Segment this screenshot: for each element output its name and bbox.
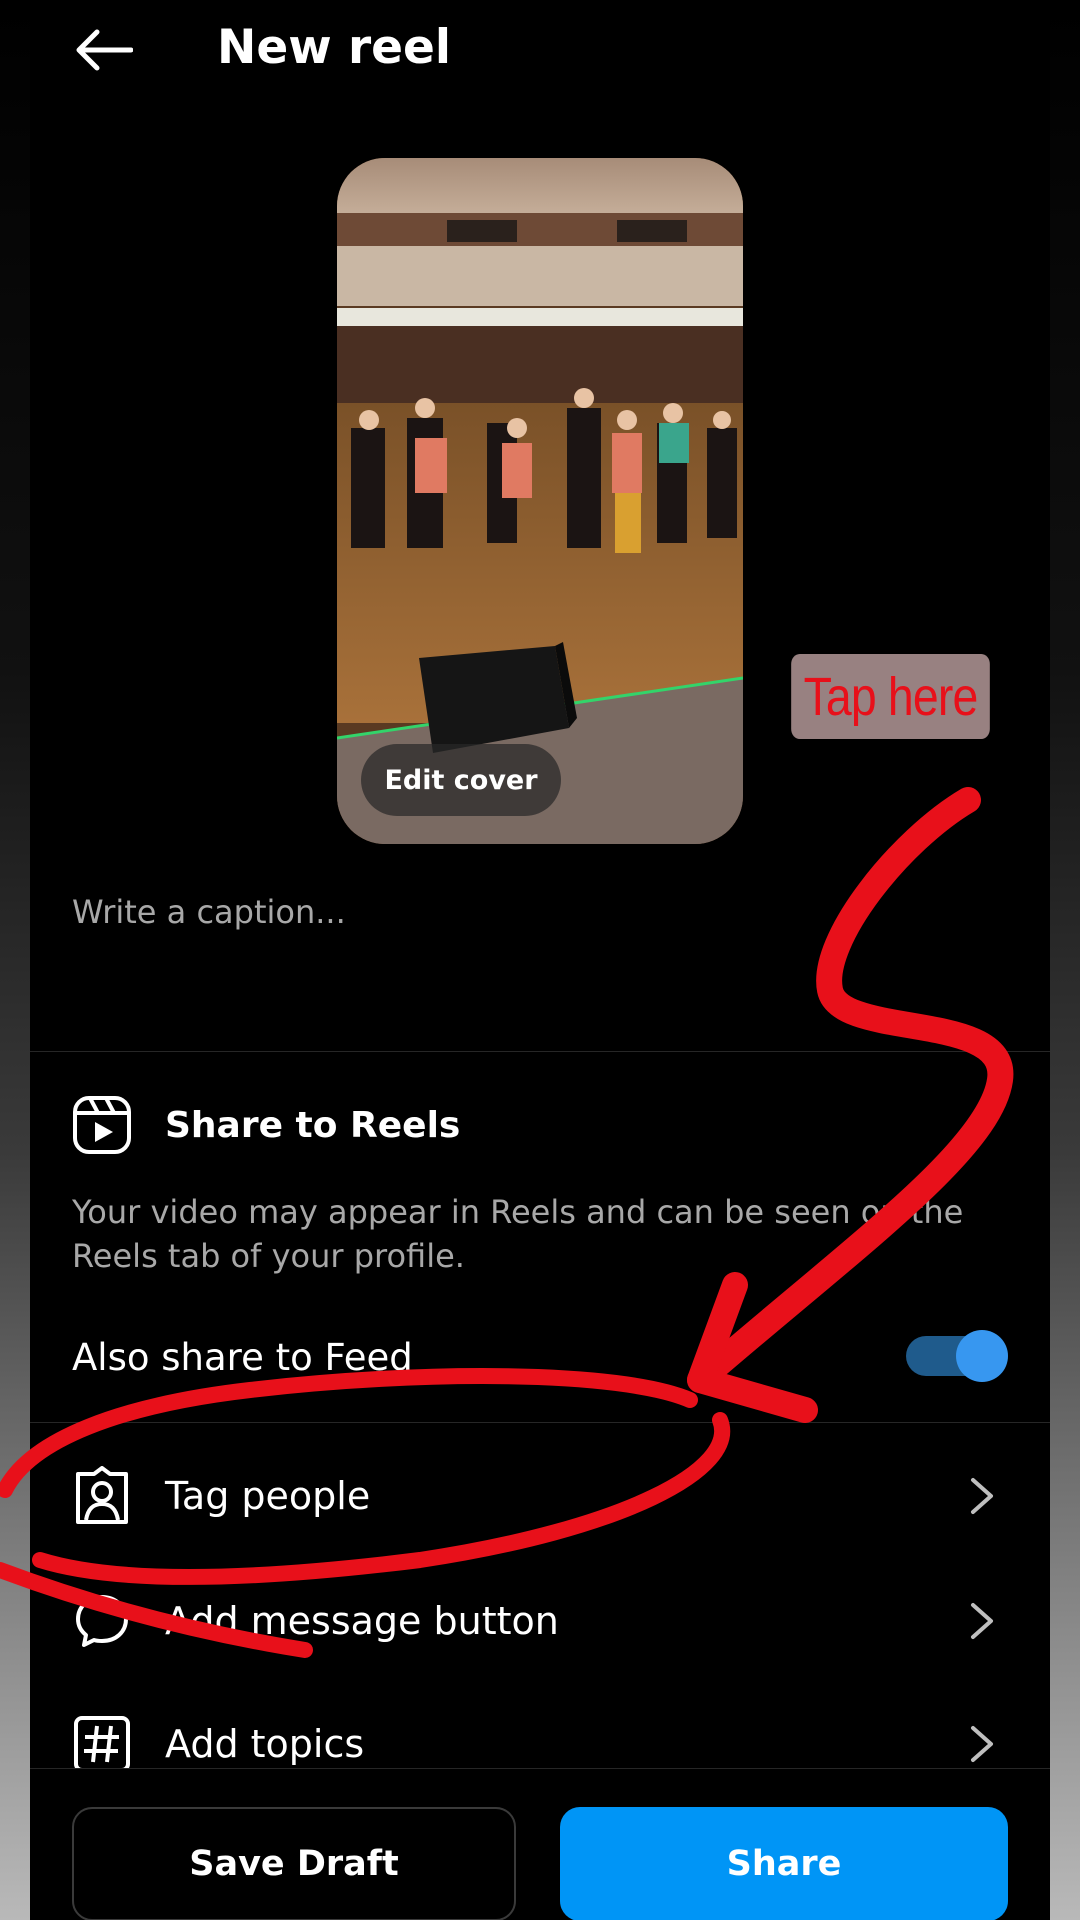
chevron-right-icon (971, 1478, 993, 1514)
back-button[interactable] (68, 18, 138, 82)
add-message-button-label: Add message button (165, 1599, 559, 1643)
add-message-button-row[interactable]: Add message button (30, 1565, 1050, 1675)
share-to-feed-toggle[interactable] (906, 1330, 1008, 1382)
page-title: New reel (217, 20, 452, 75)
share-to-feed-label: Also share to Feed (72, 1336, 413, 1379)
add-topics-label: Add topics (165, 1722, 365, 1766)
share-to-reels-description: Your video may appear in Reels and can b… (72, 1193, 964, 1275)
divider (30, 1051, 1050, 1052)
save-draft-button[interactable]: Save Draft (72, 1807, 516, 1920)
chevron-right-icon (971, 1603, 993, 1639)
share-button[interactable]: Share (560, 1807, 1008, 1920)
message-bubble-icon (76, 1595, 128, 1647)
reels-icon (73, 1096, 131, 1154)
divider (30, 1422, 1050, 1423)
tag-person-icon (76, 1466, 128, 1524)
edit-cover-button[interactable]: Edit cover (361, 744, 561, 816)
arrow-left-icon (76, 29, 133, 71)
app-screen: New reel Edit cover Write a caption... S… (30, 0, 1050, 1920)
hashtag-icon (74, 1716, 130, 1772)
chevron-right-icon (971, 1726, 993, 1762)
tag-people-row[interactable]: Tag people (30, 1440, 1050, 1550)
bottom-action-bar: Save Draft Share (30, 1768, 1050, 1920)
tag-people-label: Tag people (165, 1474, 371, 1518)
caption-input[interactable]: Write a caption... (72, 888, 346, 936)
toggle-knob (956, 1330, 1008, 1382)
video-thumbnail (337, 158, 743, 844)
video-preview[interactable]: Edit cover (337, 158, 743, 844)
top-bar: New reel (30, 0, 1050, 100)
share-to-reels-title: Share to Reels (165, 1105, 461, 1146)
